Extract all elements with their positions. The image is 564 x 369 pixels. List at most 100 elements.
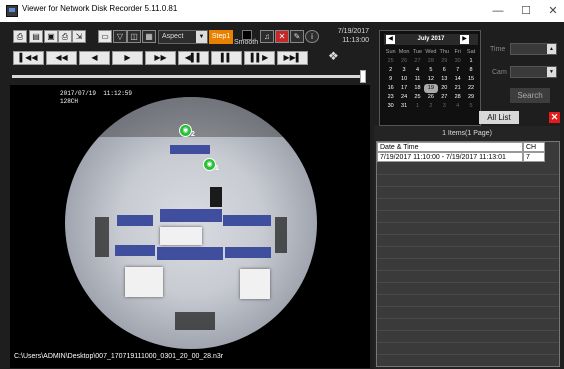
window-title: Viewer for Network Disk Recorder 5.11.0.… xyxy=(22,4,178,13)
step-back-button[interactable]: ◀▌▌ xyxy=(178,51,209,65)
day[interactable]: 9 xyxy=(384,75,397,84)
slider-thumb[interactable] xyxy=(360,70,366,83)
day[interactable]: 6 xyxy=(438,66,451,75)
day[interactable]: 17 xyxy=(397,84,410,93)
col-header-ch[interactable]: CH xyxy=(523,142,545,152)
cam-dropdown[interactable]: ▼ xyxy=(510,66,557,78)
fast-rewind-button[interactable]: ◀◀ xyxy=(46,51,77,65)
day[interactable]: 30 xyxy=(384,102,397,111)
filter-icon[interactable]: ▽ xyxy=(113,30,127,43)
day[interactable]: 7 xyxy=(451,66,464,75)
day[interactable]: 1 xyxy=(411,102,424,111)
day[interactable]: 27 xyxy=(411,57,424,66)
grid-line xyxy=(377,342,559,343)
calendar-title: July 2017 xyxy=(417,36,445,42)
playback-slider[interactable] xyxy=(12,75,362,78)
day[interactable]: 13 xyxy=(438,75,451,84)
day[interactable]: 5 xyxy=(464,102,477,111)
maximize-icon[interactable]: ☐ xyxy=(513,0,539,22)
weekday: Thu xyxy=(439,49,449,55)
open-folder-icon[interactable]: ▤ xyxy=(29,30,43,43)
day[interactable]: 25 xyxy=(411,93,424,102)
calendar-prev-icon[interactable]: ◀ xyxy=(386,35,395,44)
spinner-icon[interactable]: ▲ xyxy=(547,44,556,54)
day[interactable]: 4 xyxy=(451,102,464,111)
day[interactable]: 26 xyxy=(424,93,437,102)
day[interactable]: 31 xyxy=(397,102,410,111)
speaker-icon[interactable]: ♫ xyxy=(260,30,274,43)
table-row-datetime[interactable]: 7/19/2017 11:10:00 - 7/19/2017 11:13:01 xyxy=(377,152,523,162)
day[interactable]: 25 xyxy=(384,57,397,66)
day[interactable]: 3 xyxy=(397,66,410,75)
aspect-dropdown[interactable]: Aspect ▼ xyxy=(158,30,208,44)
layout-quad-icon[interactable]: ▦ xyxy=(142,30,156,43)
day[interactable]: 23 xyxy=(384,93,397,102)
close-list-icon[interactable]: ✕ xyxy=(549,112,560,123)
close-icon[interactable]: ✕ xyxy=(540,0,564,22)
all-list-button[interactable]: All List xyxy=(479,111,519,124)
calendar[interactable]: ◀ July 2017 ▶ Sun Mon Tue Wed Thu Fri Sa… xyxy=(379,30,481,126)
grid-line xyxy=(377,246,559,247)
print-icon[interactable]: ⎙ xyxy=(13,30,27,43)
day[interactable]: 22 xyxy=(464,84,477,93)
day[interactable]: 2 xyxy=(424,102,437,111)
day[interactable]: 27 xyxy=(438,93,451,102)
table-row-ch[interactable]: 7 xyxy=(523,152,545,162)
day[interactable]: 21 xyxy=(451,84,464,93)
pillar-center xyxy=(160,227,202,245)
day[interactable]: 29 xyxy=(438,57,451,66)
day[interactable]: 16 xyxy=(384,84,397,93)
puzzle-icon[interactable]: ❖ xyxy=(328,50,340,63)
grid-line xyxy=(377,210,559,211)
reverse-play-button[interactable]: ◀ xyxy=(79,51,110,65)
day[interactable]: 29 xyxy=(464,93,477,102)
minimize-icon[interactable]: — xyxy=(485,0,511,22)
day[interactable]: 14 xyxy=(451,75,464,84)
play-button[interactable]: ▶ xyxy=(112,51,143,65)
fast-forward-button[interactable]: ▶▶ xyxy=(145,51,176,65)
day[interactable]: 30 xyxy=(451,57,464,66)
week-row: 25 26 27 28 29 30 1 xyxy=(384,57,478,66)
cabinet-right xyxy=(275,217,287,253)
skip-end-button[interactable]: ▶▶▌ xyxy=(277,51,308,65)
calendar-grid[interactable]: Sun Mon Tue Wed Thu Fri Sat 25 26 27 28 … xyxy=(384,48,478,111)
pause-button[interactable]: ▌▌ xyxy=(211,51,242,65)
calendar-next-icon[interactable]: ▶ xyxy=(460,35,469,44)
export-icon[interactable]: ⇲ xyxy=(72,30,86,43)
day[interactable]: 28 xyxy=(424,57,437,66)
layout-single-icon[interactable]: ◫ xyxy=(127,30,141,43)
mute-icon[interactable]: ✕ xyxy=(275,30,289,43)
day[interactable]: 11 xyxy=(411,75,424,84)
time-field[interactable]: ▲ xyxy=(510,43,557,55)
skip-start-button[interactable]: ▌◀◀ xyxy=(13,51,44,65)
day[interactable]: 28 xyxy=(451,93,464,102)
current-date: 7/19/2017 xyxy=(337,28,369,35)
day-selected[interactable]: 19 xyxy=(424,84,438,93)
display-icon[interactable]: ▭ xyxy=(98,30,112,43)
day[interactable]: 20 xyxy=(438,84,451,93)
search-button[interactable]: Search xyxy=(510,88,550,103)
desk-center-top xyxy=(160,209,222,222)
step-button[interactable]: Step1 xyxy=(209,30,233,44)
weekday: Sun xyxy=(385,49,396,55)
printer-icon[interactable]: ⎙ xyxy=(58,30,72,43)
day[interactable]: 1 xyxy=(464,57,477,66)
day[interactable]: 10 xyxy=(397,75,410,84)
tool-icon[interactable]: ✎ xyxy=(290,30,304,43)
video-panel[interactable]: 2017/07/19 11:12:59 128CH ◉ 2 ◉ 1 C:\Use… xyxy=(10,85,370,368)
day[interactable]: 15 xyxy=(464,75,477,84)
day[interactable]: 8 xyxy=(464,66,477,75)
save-icon[interactable]: ▣ xyxy=(44,30,58,43)
col-header-datetime[interactable]: Date & Time xyxy=(377,142,523,152)
step-forward-button[interactable]: ▌▌▶ xyxy=(244,51,275,65)
day[interactable]: 18 xyxy=(411,84,424,93)
day[interactable]: 4 xyxy=(411,66,424,75)
day[interactable]: 5 xyxy=(424,66,437,75)
day[interactable]: 12 xyxy=(424,75,437,84)
day[interactable]: 26 xyxy=(397,57,410,66)
day[interactable]: 3 xyxy=(438,102,451,111)
info-icon[interactable]: i xyxy=(305,30,319,43)
day[interactable]: 2 xyxy=(384,66,397,75)
day[interactable]: 24 xyxy=(397,93,410,102)
result-table[interactable]: Date & Time CH 7/19/2017 11:10:00 - 7/19… xyxy=(376,141,560,367)
